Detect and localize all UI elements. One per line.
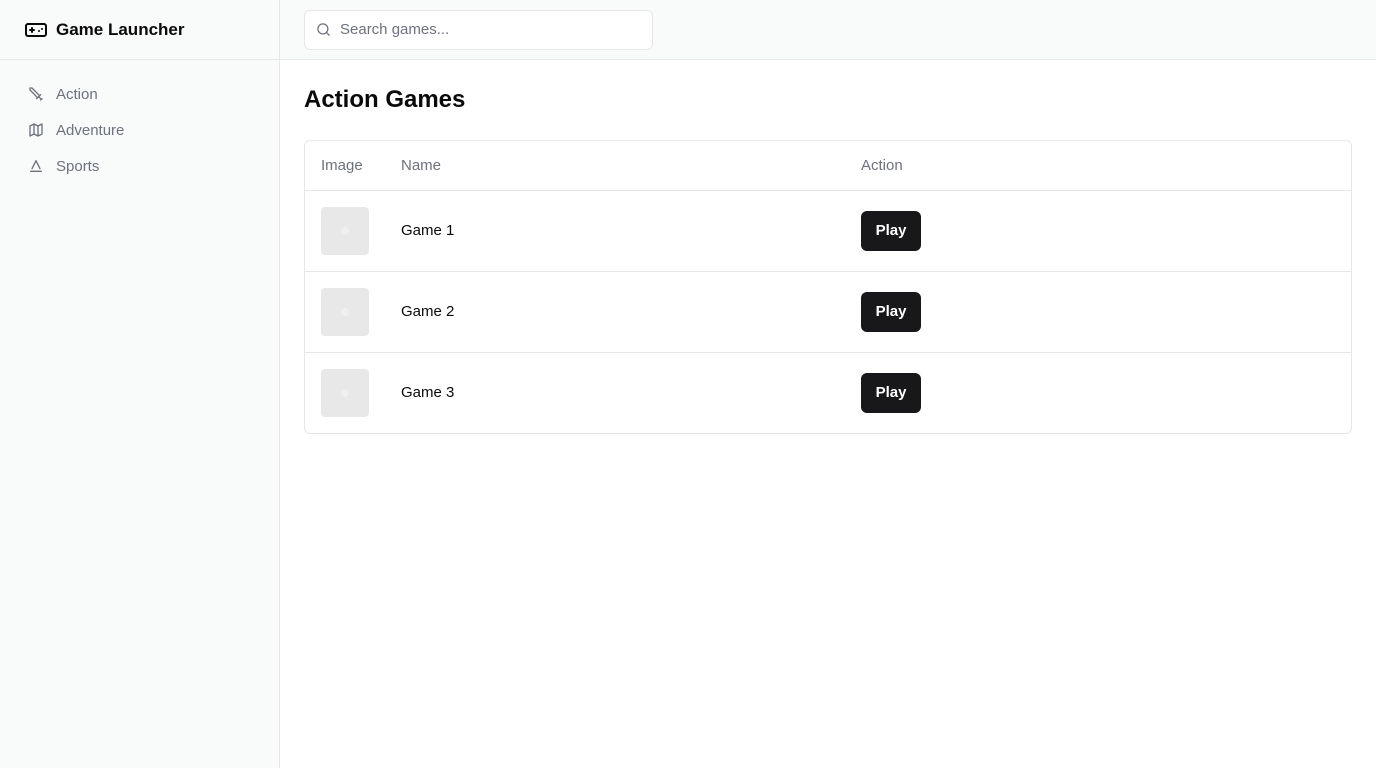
search-icon [316, 22, 332, 38]
search-input[interactable] [340, 11, 630, 48]
image-cell [305, 271, 385, 353]
table-header-row: Image Name Action [305, 141, 1351, 191]
app-title: Game Launcher [56, 19, 185, 39]
search-box[interactable] [304, 9, 653, 50]
gamepad-icon [24, 18, 48, 42]
sidebar: Game Launcher Action Adventure Sports [0, 0, 280, 768]
sidebar-nav: Action Adventure Sports [0, 60, 279, 184]
page-title: Action Games [304, 86, 466, 113]
sidebar-item-label: Sports [56, 157, 100, 175]
game-name: Game 2 [385, 271, 845, 353]
sidebar-item-action[interactable]: Action [24, 76, 279, 112]
brand: Game Launcher [0, 0, 279, 60]
game-name: Game 1 [385, 190, 845, 272]
sword-icon [24, 82, 48, 106]
play-button[interactable]: Play [861, 210, 921, 251]
sidebar-item-adventure[interactable]: Adventure [24, 112, 279, 148]
image-cell [305, 352, 385, 433]
sidebar-item-label: Adventure [56, 121, 125, 139]
sidebar-item-label: Action [56, 85, 98, 103]
game-thumbnail [321, 287, 369, 336]
main-area: Action Games Image Name Action [280, 0, 1376, 768]
table-row: Game 3 Play [305, 352, 1351, 433]
placeholder-image-icon [341, 307, 349, 316]
sidebar-item-sports[interactable]: Sports [24, 148, 279, 184]
game-thumbnail [321, 368, 369, 417]
action-cell: Play [845, 352, 1351, 433]
top-bar [280, 0, 1376, 60]
content: Action Games Image Name Action Game 1 Pl… [280, 60, 1376, 434]
game-thumbnail [321, 206, 369, 255]
image-cell [305, 190, 385, 272]
action-cell: Play [845, 190, 1351, 272]
map-icon [24, 118, 48, 142]
play-button[interactable]: Play [861, 372, 921, 413]
games-table-card: Image Name Action Game 1 Play Game 2 Pla… [304, 140, 1352, 434]
triangle-icon [24, 154, 48, 178]
action-cell: Play [845, 271, 1351, 353]
column-header-image: Image [305, 141, 385, 191]
table-row: Game 2 Play [305, 271, 1351, 353]
table-row: Game 1 Play [305, 190, 1351, 272]
column-header-action: Action [845, 141, 1351, 191]
column-header-name: Name [385, 141, 845, 191]
app-window: Game Launcher Action Adventure Sports Se… [0, 0, 1376, 768]
play-button[interactable]: Play [861, 291, 921, 332]
placeholder-image-icon [341, 226, 349, 235]
game-name: Game 3 [401, 384, 455, 402]
games-table: Image Name Action Game 1 Play Game 2 Pla… [305, 141, 1351, 433]
placeholder-image-icon [341, 388, 349, 397]
